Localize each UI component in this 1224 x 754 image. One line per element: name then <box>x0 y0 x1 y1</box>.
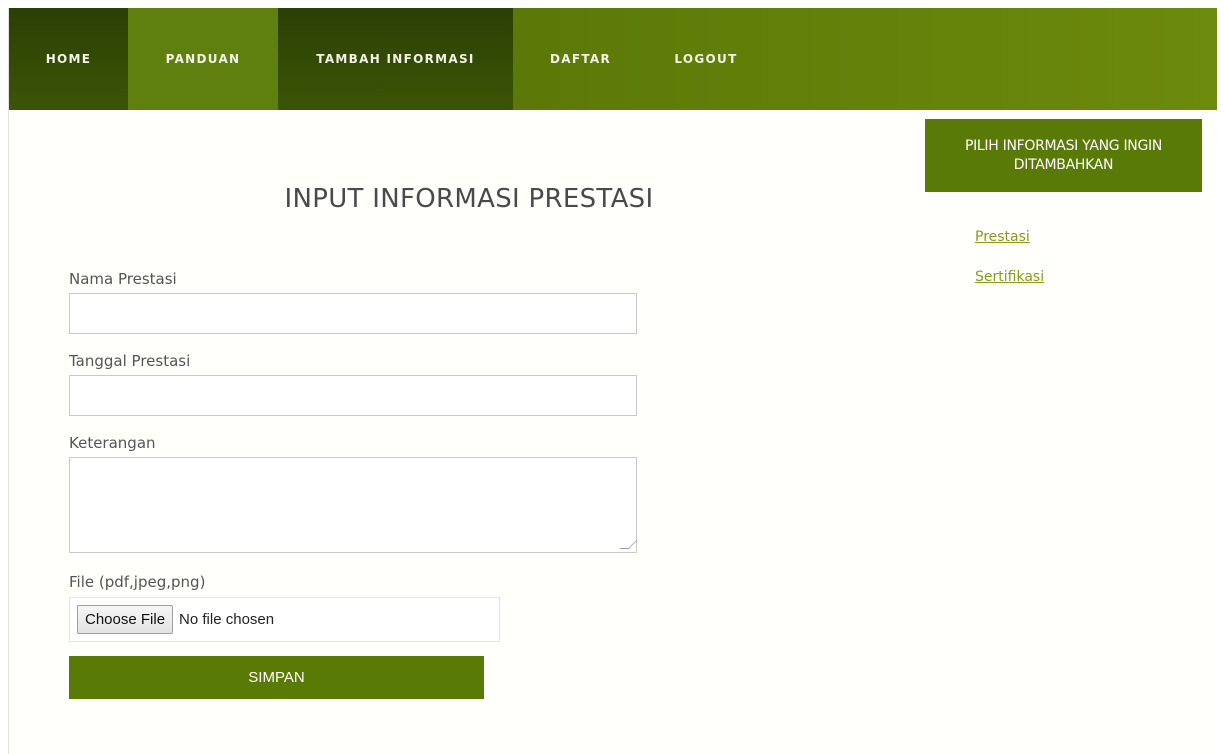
nav-panduan[interactable]: PANDUAN <box>128 8 278 110</box>
sidebar-link-prestasi[interactable]: Prestasi <box>975 229 1030 245</box>
nav-logout-label: LOGOUT <box>674 52 738 66</box>
tanggal-prestasi-input[interactable] <box>69 375 637 416</box>
nav-home[interactable]: HOME <box>9 8 128 110</box>
nav-tambah-informasi[interactable]: TAMBAH INFORMASI <box>278 8 513 110</box>
file-status: No file chosen <box>179 611 275 628</box>
tanggal-prestasi-label: Tanggal Prestasi <box>69 352 191 370</box>
nama-prestasi-label: Nama Prestasi <box>69 270 177 288</box>
nav-panduan-label: PANDUAN <box>165 52 241 66</box>
sidebar-header: PILIH INFORMASI YANG INGIN DITAMBAHKAN <box>925 119 1202 192</box>
simpan-button-label: SIMPAN <box>248 669 305 686</box>
sidebar-link-sertifikasi[interactable]: Sertifikasi <box>975 269 1044 285</box>
page-title: INPUT INFORMASI PRESTASI <box>284 184 654 214</box>
nav-daftar[interactable]: DAFTAR <box>513 8 648 110</box>
simpan-button[interactable]: SIMPAN <box>69 656 484 699</box>
file-input: Choose File No file chosen <box>69 597 500 642</box>
nav-logout[interactable]: LOGOUT <box>648 8 764 110</box>
file-label: File (pdf,jpeg,png) <box>69 573 206 591</box>
choose-file-button[interactable]: Choose File <box>77 605 174 634</box>
nav-tambah-informasi-label: TAMBAH INFORMASI <box>316 52 475 66</box>
nama-prestasi-input[interactable] <box>69 293 637 334</box>
resize-grip-icon[interactable] <box>619 540 638 549</box>
keterangan-label: Keterangan <box>69 434 156 452</box>
keterangan-textarea[interactable] <box>69 457 638 553</box>
nav-daftar-label: DAFTAR <box>549 52 612 66</box>
page: HOME PANDUAN TAMBAH INFORMASI DAFTAR LOG… <box>8 8 1217 754</box>
nav-home-label: HOME <box>45 52 92 66</box>
top-nav: HOME PANDUAN TAMBAH INFORMASI DAFTAR LOG… <box>9 8 1217 110</box>
